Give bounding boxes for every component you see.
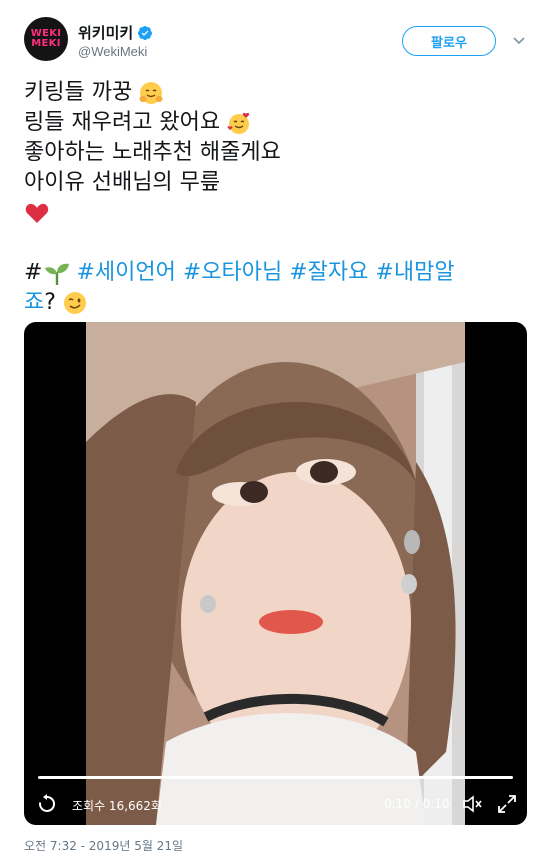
video-controls: 조회수 16,662회 0:10 / 0:10 xyxy=(24,788,527,824)
video-progress-bar[interactable] xyxy=(38,776,513,779)
question-mark: ? xyxy=(44,290,56,315)
tweet-line: 좋아하는 노래추천 해줄게요 xyxy=(24,138,524,168)
logo-text-bottom: MEKI xyxy=(31,38,61,49)
hash-prefix: # xyxy=(24,260,43,285)
video-still-illustration xyxy=(86,322,465,825)
video-timecode: 0:10 / 0:10 xyxy=(384,797,450,811)
hashtag-link[interactable]: #내맘알 xyxy=(375,258,454,288)
winking-face-emoji-icon xyxy=(63,292,86,314)
hashtag-link[interactable]: 죠 xyxy=(24,288,44,318)
hashtag-link[interactable]: #세이언어 xyxy=(76,258,175,288)
avatar[interactable]: WEKI MEKI xyxy=(24,17,68,61)
verified-badge-icon xyxy=(138,25,153,40)
tweet-line: 아이유 선배님의 무릎 xyxy=(24,168,524,198)
tweet-text: 키링들 까꿍 링들 재우려고 왔어요 좋아하는 노래추천 해줄게요 아이유 선배… xyxy=(24,78,524,318)
tweet-header: WEKI MEKI 위키미키 @WekiMeki 팔로우 xyxy=(0,0,537,70)
chevron-down-icon[interactable] xyxy=(512,36,526,46)
video-player[interactable]: 조회수 16,662회 0:10 / 0:10 xyxy=(24,322,527,825)
tweet-timestamp[interactable]: 오전 7:32 - 2019년 5월 21일 xyxy=(24,837,183,854)
tweet-line-text: 좋아하는 노래추천 해줄게요 xyxy=(24,140,281,165)
volume-muted-icon[interactable] xyxy=(461,793,483,815)
view-count: 조회수 16,662회 xyxy=(72,799,162,813)
fullscreen-icon[interactable] xyxy=(496,793,518,815)
tweet-line: 키링들 까꿍 xyxy=(24,78,524,108)
user-handle[interactable]: @WekiMeki xyxy=(78,44,147,59)
follow-button[interactable]: 팔로우 xyxy=(402,26,496,56)
tweet-line xyxy=(24,198,524,228)
video-frame[interactable] xyxy=(86,322,465,825)
hashtag-link[interactable]: #오타아님 xyxy=(183,258,282,288)
hashtag-line: # #세이언어 #오타아님 #잘자요 #내맘알 xyxy=(24,258,524,288)
tweet-line: 링들 재우려고 왔어요 xyxy=(24,108,524,138)
display-name[interactable]: 위키미키 xyxy=(78,22,133,43)
tweet-line-text: 링들 재우려고 왔어요 xyxy=(24,110,221,135)
replay-icon[interactable] xyxy=(36,793,58,815)
seedling-emoji-icon xyxy=(45,263,70,285)
hashtag-link[interactable]: #잘자요 xyxy=(289,258,368,288)
hashtag-line: 죠 ? xyxy=(24,288,524,318)
tweet-line-text: 아이유 선배님의 무릎 xyxy=(24,170,221,195)
smiling-face-with-hearts-emoji-icon xyxy=(227,112,250,134)
name-row: 위키미키 xyxy=(78,22,153,43)
tweet-line-text: 키링들 까꿍 xyxy=(24,80,133,105)
hugging-face-emoji-icon xyxy=(139,82,163,104)
red-heart-emoji-icon xyxy=(25,203,49,223)
